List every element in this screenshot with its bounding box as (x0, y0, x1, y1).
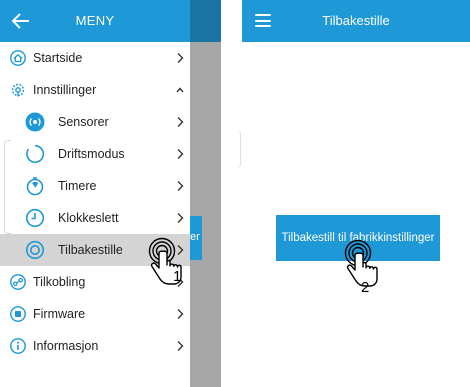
menu-panel: MENY er Startside Innstillinger Sensorer… (0, 0, 221, 387)
reset-screen-title: Tilbakestille (322, 13, 390, 28)
menu-item-label: Timere (58, 179, 97, 193)
operating-mode-icon (26, 144, 45, 163)
panel-bracket (236, 130, 241, 168)
clock-icon (25, 208, 45, 228)
menu-item-sensorer[interactable]: Sensorer (0, 106, 190, 138)
menu-item-startside[interactable]: Startside (0, 42, 190, 74)
connection-icon (10, 274, 26, 290)
menu-item-label: Sensorer (58, 115, 109, 129)
menu-item-label: Startside (33, 51, 83, 65)
menu-item-timere[interactable]: Timere (0, 170, 190, 202)
reset-screen-panel: Tilbakestille Tilbakestill til fabrikkin… (242, 0, 470, 387)
menu-item-label: Innstillinger (33, 83, 97, 97)
menu-item-label: Informasjon (33, 339, 99, 353)
tap-hand-icon: 2 (344, 239, 378, 296)
menu-item-label: Driftsmodus (58, 147, 125, 161)
chevron-right-icon (177, 309, 184, 319)
menu-item-label: Tilkobling (33, 275, 86, 289)
timer-icon (26, 177, 44, 196)
sensor-icon (25, 112, 45, 132)
menu-item-firmware[interactable]: Firmware (0, 298, 190, 330)
dimmed-background-overlay[interactable] (190, 0, 221, 387)
chevron-right-icon (177, 149, 184, 159)
settings-icon (11, 83, 25, 97)
dimmed-header-overlay (190, 0, 221, 42)
chevron-right-icon (177, 341, 184, 351)
tap-hand-icon: 1 (148, 237, 182, 285)
menu-item-informasjon[interactable]: Informasjon (0, 330, 190, 362)
step-1-number: 1 (173, 268, 181, 285)
chevron-right-icon (177, 117, 184, 127)
menu-title: MENY (75, 13, 115, 28)
menu-item-label: Tilbakestille (58, 243, 123, 257)
firmware-icon (10, 306, 26, 322)
menu-item-label: Klokkeslett (58, 211, 119, 225)
chevron-up-icon (176, 87, 184, 93)
reset-screen-header: Tilbakestille (242, 0, 470, 42)
menu-list: Startside Innstillinger Sensorer Driftsm… (0, 42, 190, 362)
menu-item-label: Firmware (33, 307, 86, 321)
home-icon (10, 50, 26, 66)
reset-icon (25, 240, 45, 260)
menu-item-driftsmodus[interactable]: Driftsmodus (0, 138, 190, 170)
menu-item-klokkeslett[interactable]: Klokkeslett (0, 202, 190, 234)
menu-header: MENY (0, 0, 190, 42)
chevron-right-icon (177, 213, 184, 223)
chevron-right-icon (177, 181, 184, 191)
step-2-number: 2 (361, 279, 369, 296)
chevron-right-icon (177, 53, 184, 63)
menu-item-innstillinger[interactable]: Innstillinger (0, 74, 190, 106)
info-icon (10, 338, 26, 354)
